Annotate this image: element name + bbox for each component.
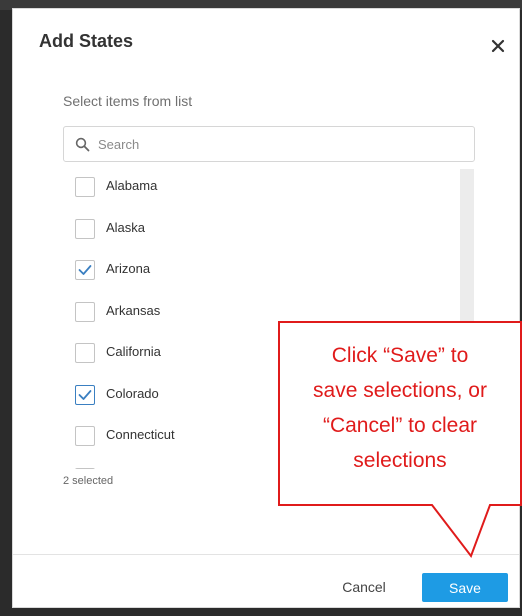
selected-count: 2 selected bbox=[63, 475, 114, 487]
list-item[interactable]: Alaska bbox=[63, 209, 458, 250]
list-item[interactable]: California bbox=[63, 333, 458, 374]
checkbox[interactable] bbox=[75, 301, 95, 322]
list-item-label: Delaware bbox=[106, 469, 161, 470]
checkbox[interactable] bbox=[75, 467, 95, 469]
list-item[interactable]: Arizona bbox=[63, 250, 458, 291]
search-icon bbox=[75, 137, 90, 152]
checkmark-icon bbox=[78, 265, 92, 275]
save-button[interactable]: Save bbox=[422, 573, 508, 602]
checkbox[interactable] bbox=[75, 260, 95, 280]
state-list[interactable]: Alabama Alaska Arizona Arkansas California Co… bbox=[63, 167, 475, 469]
list-item-label: Alaska bbox=[106, 219, 146, 235]
search-box[interactable] bbox=[63, 126, 475, 162]
checkbox[interactable] bbox=[75, 177, 95, 197]
list-item-label: Arizona bbox=[106, 261, 151, 276]
dialog-title: Add States bbox=[39, 31, 134, 51]
checkbox[interactable] bbox=[75, 343, 95, 363]
list-item-label: Connecticut bbox=[106, 427, 175, 442]
list-item[interactable]: Arkansas bbox=[63, 292, 458, 333]
close-button[interactable] bbox=[487, 35, 509, 57]
list-item[interactable]: Connecticut bbox=[63, 416, 458, 457]
checkbox[interactable] bbox=[75, 218, 95, 239]
list-item[interactable]: Colorado bbox=[63, 375, 458, 416]
list-item-label: Alabama bbox=[106, 178, 158, 193]
footer-divider bbox=[13, 554, 519, 555]
close-icon bbox=[491, 39, 505, 53]
list-scrollbar[interactable] bbox=[460, 169, 474, 467]
add-states-dialog: Add States Select items from list Alabam… bbox=[12, 8, 520, 608]
search-input[interactable] bbox=[98, 127, 458, 161]
list-item-label: Colorado bbox=[106, 385, 159, 401]
list-item[interactable]: Delaware bbox=[63, 458, 458, 470]
list-item[interactable]: Alabama bbox=[63, 167, 458, 208]
checkmark-icon bbox=[78, 389, 92, 400]
list-item-label: Arkansas bbox=[106, 302, 161, 318]
list-item-label: California bbox=[106, 344, 161, 359]
checkbox[interactable] bbox=[75, 384, 95, 405]
section-label: Select items from list bbox=[63, 93, 193, 109]
cancel-button[interactable]: Cancel bbox=[330, 572, 398, 602]
checkbox[interactable] bbox=[75, 426, 95, 446]
